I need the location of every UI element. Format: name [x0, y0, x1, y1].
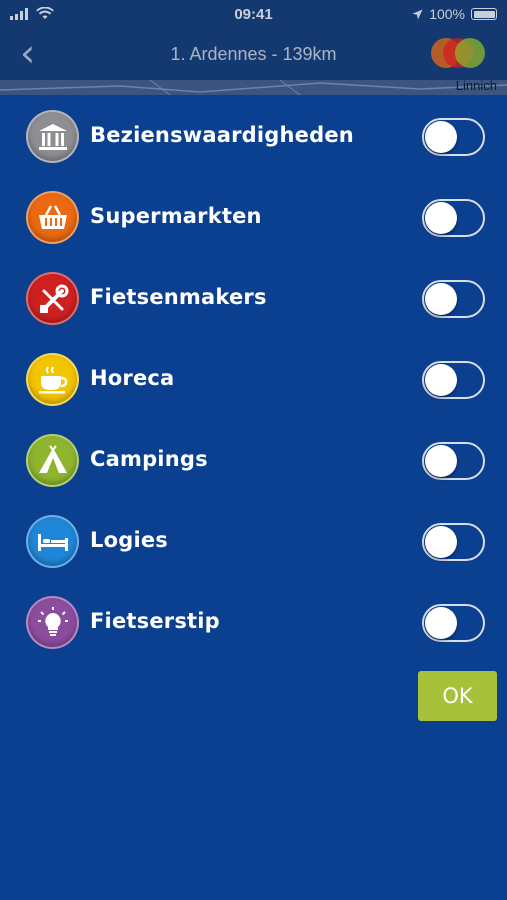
- toggle-knob: [425, 526, 457, 558]
- toggle-knob: [425, 283, 457, 315]
- toggle-knob: [425, 607, 457, 639]
- bike-repair-icon: [26, 272, 79, 325]
- bed-icon: [26, 515, 79, 568]
- toggle-logies[interactable]: [422, 523, 485, 561]
- filter-label: Fietserstip: [90, 609, 220, 633]
- toggle-fietserstip[interactable]: [422, 604, 485, 642]
- battery-percent: 100%: [429, 6, 465, 22]
- lightbulb-icon: [26, 596, 79, 649]
- map-roads: [0, 80, 507, 95]
- toggle-fietsenmakers[interactable]: [422, 280, 485, 318]
- filter-row-horeca: Horeca: [0, 338, 507, 419]
- status-right: 100%: [412, 6, 497, 22]
- toggle-knob: [425, 202, 457, 234]
- toggle-campings[interactable]: [422, 442, 485, 480]
- filter-label: Fietsenmakers: [90, 285, 267, 309]
- nav-bar: ‹ 1. Ardennes - 139km: [0, 30, 507, 80]
- toggle-horeca[interactable]: [422, 361, 485, 399]
- filter-label: Bezienswaardigheden: [90, 123, 354, 147]
- poi-filter-button[interactable]: [431, 38, 485, 68]
- toggle-knob: [425, 445, 457, 477]
- tent-icon: [26, 434, 79, 487]
- status-bar: 09:41 100%: [0, 0, 507, 30]
- toggle-knob: [425, 364, 457, 396]
- toggle-bezienswaardigheden[interactable]: [422, 118, 485, 156]
- toggle-supermarkten[interactable]: [422, 199, 485, 237]
- filter-label: Horeca: [90, 366, 175, 390]
- filter-row-logies: Logies: [0, 500, 507, 581]
- museum-icon: [26, 110, 79, 163]
- poi-filter-modal: Bezienswaardigheden Supermarkten Fietsen…: [0, 95, 507, 900]
- filter-row-supermarkten: Supermarkten: [0, 176, 507, 257]
- filter-label: Logies: [90, 528, 168, 552]
- filter-label: Campings: [90, 447, 208, 471]
- coffee-cup-icon: [26, 353, 79, 406]
- filter-row-bezienswaardigheden: Bezienswaardigheden: [0, 95, 507, 176]
- tent-icon: [455, 38, 485, 68]
- filter-row-campings: Campings: [0, 419, 507, 500]
- map-preview: Linnich: [0, 80, 507, 95]
- ok-button[interactable]: OK: [418, 671, 497, 721]
- toggle-knob: [425, 121, 457, 153]
- shopping-basket-icon: [26, 191, 79, 244]
- filter-row-fietserstip: Fietserstip: [0, 581, 507, 662]
- location-arrow-icon: [412, 9, 423, 19]
- map-place-label: Linnich: [455, 80, 497, 93]
- filter-row-fietsenmakers: Fietsenmakers: [0, 257, 507, 338]
- battery-icon: [471, 8, 497, 20]
- filter-label: Supermarkten: [90, 204, 262, 228]
